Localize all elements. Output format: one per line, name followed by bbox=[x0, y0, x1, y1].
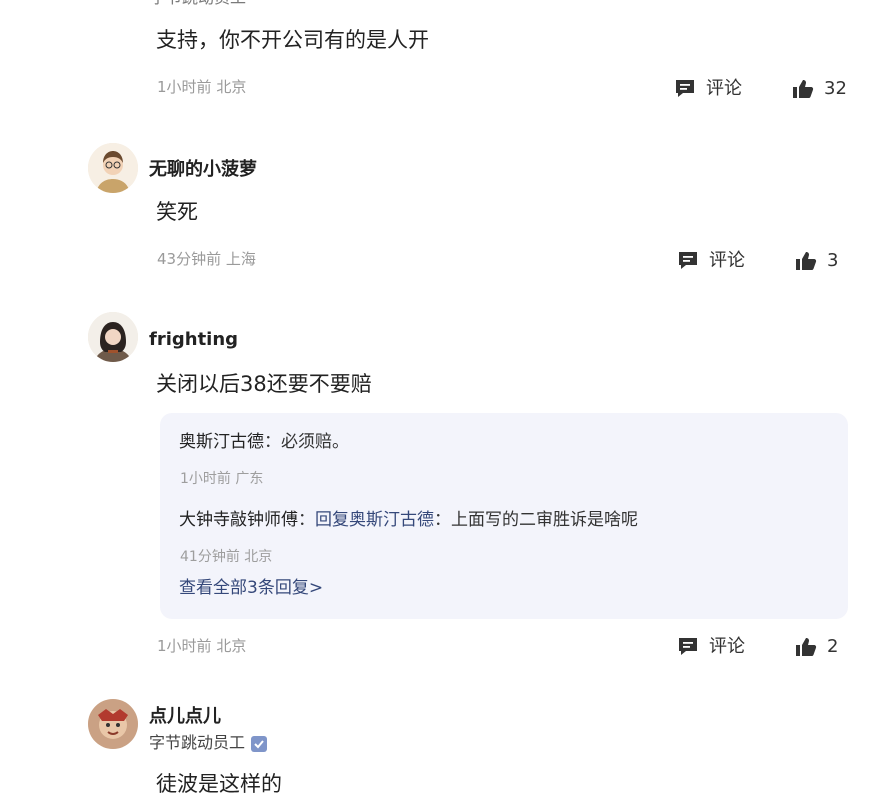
thumbs-up-icon bbox=[795, 636, 817, 658]
avatar[interactable] bbox=[88, 312, 138, 362]
reply-time: 41分钟前 bbox=[180, 549, 240, 565]
username[interactable]: 无聊的小菠萝 bbox=[149, 161, 257, 179]
comment-icon bbox=[677, 636, 699, 658]
avatar[interactable] bbox=[88, 699, 138, 749]
comment-text: 关闭以后38还要不要赔 bbox=[156, 372, 372, 396]
comment-label: 评论 bbox=[706, 78, 742, 99]
comment-meta: 1小时前 北京 bbox=[157, 639, 246, 654]
reply-separator: ： bbox=[264, 432, 281, 452]
comment-location: 北京 bbox=[216, 637, 247, 655]
comment-meta: 43分钟前 上海 bbox=[157, 252, 256, 267]
user-badge-label: 字节跳动员工 bbox=[149, 733, 246, 752]
like-count: 3 bbox=[827, 250, 839, 271]
verified-icon bbox=[251, 735, 268, 752]
reply-location: 北京 bbox=[244, 549, 273, 565]
comment-text: 笑死 bbox=[156, 200, 198, 224]
comment-button[interactable]: 评论 bbox=[677, 636, 745, 658]
username[interactable]: 点儿点儿 bbox=[149, 708, 221, 726]
reply-text: 必须赔。 bbox=[281, 432, 349, 452]
user-badge: 字节跳动员工 bbox=[149, 733, 268, 752]
comment-text: 支持，你不开公司有的是人开 bbox=[156, 28, 429, 52]
like-count: 32 bbox=[824, 78, 847, 99]
previous-user-badge: 字节跳动员工 bbox=[150, 0, 246, 8]
comment-location: 北京 bbox=[216, 78, 247, 96]
reply-text: 上面写的二审胜诉是啥呢 bbox=[451, 510, 638, 530]
comment-button[interactable]: 评论 bbox=[674, 78, 742, 100]
like-count: 2 bbox=[827, 636, 839, 657]
reply-author[interactable]: 大钟寺敲钟师傅 bbox=[179, 510, 298, 530]
thumbs-up-icon bbox=[795, 250, 817, 272]
comment-time: 43分钟前 bbox=[157, 250, 222, 268]
view-all-replies-link[interactable]: 查看全部3条回复> bbox=[179, 580, 323, 597]
thumbs-up-icon bbox=[792, 78, 814, 100]
reply-author[interactable]: 奥斯汀古德 bbox=[179, 432, 264, 452]
reply-separator: ： bbox=[434, 510, 451, 530]
like-button[interactable]: 2 bbox=[795, 636, 838, 658]
comment-meta: 1小时前 北京 bbox=[157, 80, 246, 95]
avatar[interactable] bbox=[88, 143, 138, 193]
comment-icon bbox=[677, 250, 699, 272]
reply-meta: 41分钟前 北京 bbox=[180, 550, 272, 564]
comment-time: 1小时前 bbox=[157, 78, 212, 96]
reply-time: 1小时前 bbox=[180, 471, 231, 487]
comment-label: 评论 bbox=[709, 636, 745, 657]
reply-item[interactable]: 奥斯汀古德：必须赔。 bbox=[179, 434, 349, 451]
comment-label: 评论 bbox=[709, 250, 745, 271]
like-button[interactable]: 32 bbox=[792, 78, 847, 100]
reply-item[interactable]: 大钟寺敲钟师傅：回复奥斯汀古德：上面写的二审胜诉是啥呢 bbox=[179, 512, 638, 529]
reply-separator: ： bbox=[298, 510, 315, 530]
comment-time: 1小时前 bbox=[157, 637, 212, 655]
reply-location: 广东 bbox=[235, 471, 264, 487]
like-button[interactable]: 3 bbox=[795, 250, 838, 272]
reply-meta: 1小时前 广东 bbox=[180, 472, 263, 486]
comment-location: 上海 bbox=[225, 250, 256, 268]
comment-button[interactable]: 评论 bbox=[677, 250, 745, 272]
username[interactable]: frighting bbox=[149, 331, 238, 349]
reply-to-link[interactable]: 回复奥斯汀古德 bbox=[315, 510, 434, 530]
comment-icon bbox=[674, 78, 696, 100]
